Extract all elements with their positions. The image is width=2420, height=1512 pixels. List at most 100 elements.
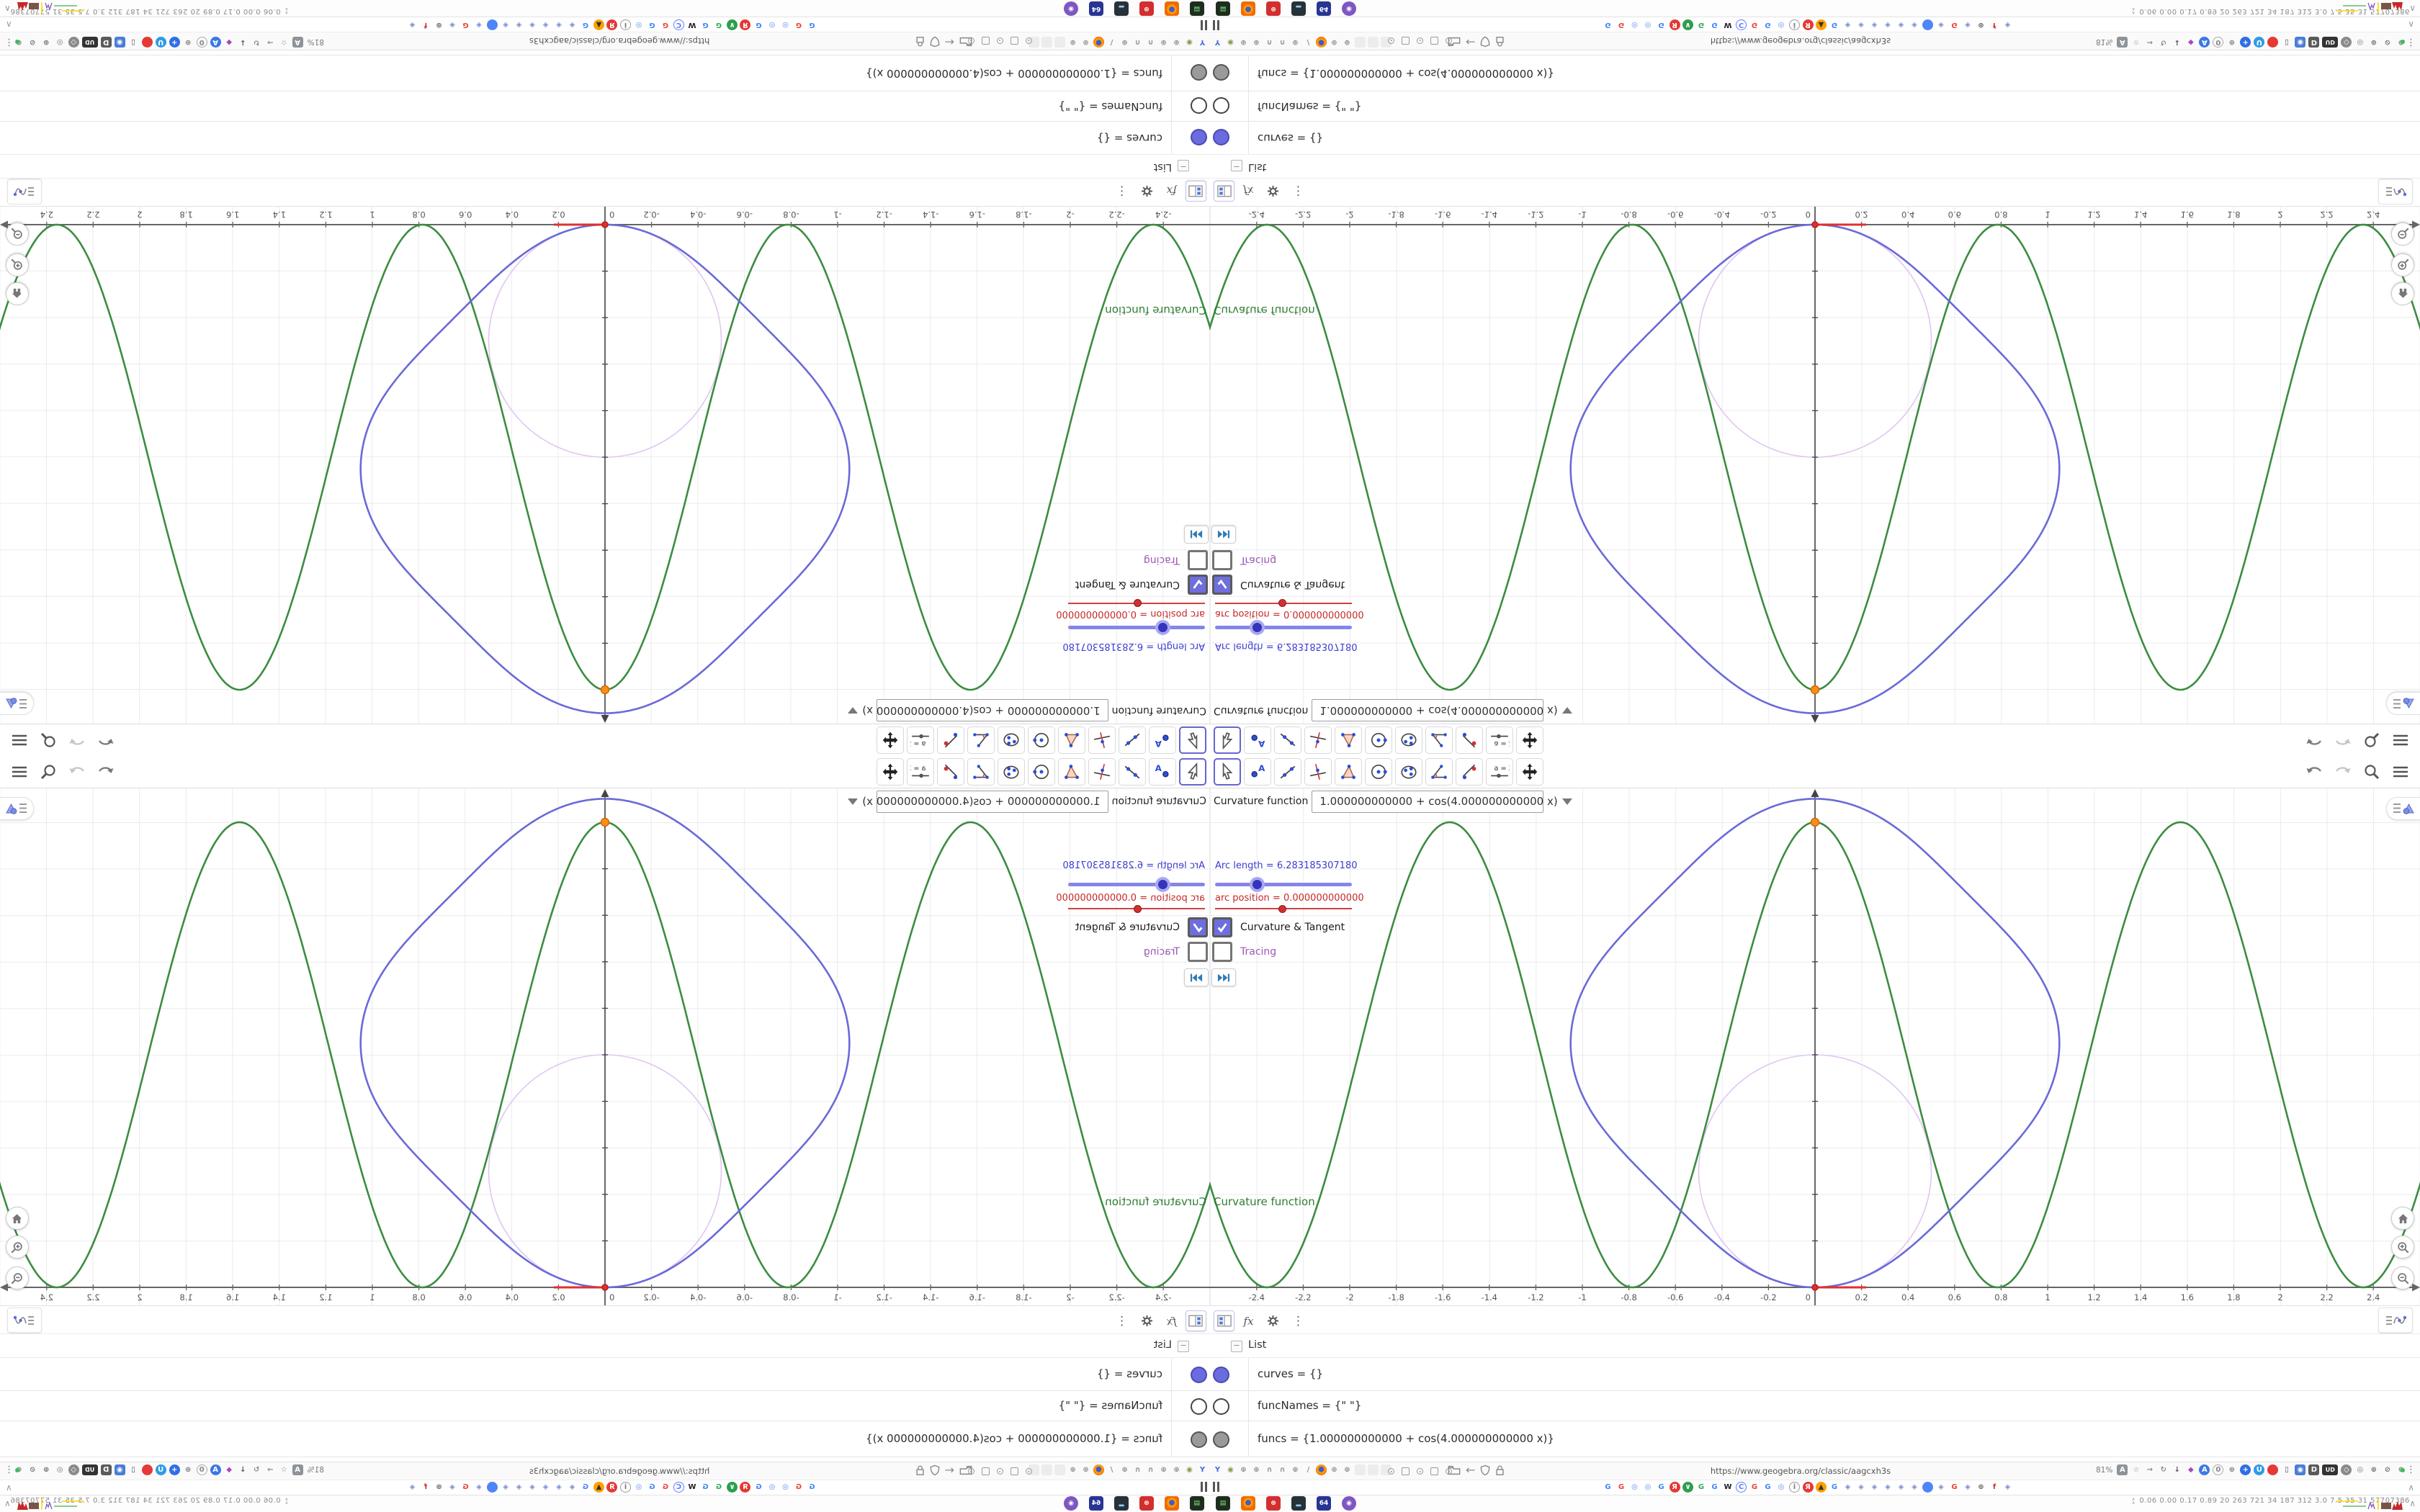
favicon-icon[interactable]: G	[1762, 1482, 1773, 1493]
point-tool-button[interactable]: A	[1244, 758, 1271, 786]
gauge-icon[interactable]: ∩	[1132, 37, 1143, 48]
chevron-up-icon[interactable]: ∧	[4, 1498, 11, 1508]
angle-tool-button[interactable]	[1425, 726, 1453, 754]
reflect-tool-button[interactable]	[1456, 758, 1483, 786]
curve-text-label[interactable]: Curvature function	[1105, 304, 1206, 317]
lock-icon[interactable]	[1495, 1464, 1505, 1476]
balloon-logo-icon[interactable]: Y	[1197, 37, 1208, 48]
favicon-icon[interactable]: Я	[740, 1482, 751, 1493]
back-arrow-icon[interactable]: ←	[1466, 1463, 1475, 1477]
ring-icon[interactable]	[1402, 1467, 1410, 1475]
slider-tool-button[interactable]: a = 2	[1486, 726, 1513, 754]
curve-text-label[interactable]: Curvature function	[1214, 1195, 1315, 1208]
gear-icon[interactable]: ⊛	[1329, 1464, 1340, 1475]
gear-icon[interactable]: ⊛	[2226, 37, 2237, 48]
algebra-descriptions-button[interactable]	[2378, 179, 2413, 204]
firefox-icon[interactable]	[1316, 37, 1327, 48]
translator-icon[interactable]: A	[210, 1464, 221, 1475]
play-skip-button[interactable]	[1211, 526, 1236, 544]
chevron-down-icon[interactable]	[848, 798, 859, 805]
favicon-icon[interactable]: ◈	[474, 1482, 485, 1493]
ring-icon[interactable]	[1430, 1467, 1438, 1475]
favicon-icon[interactable]: W	[687, 1482, 698, 1493]
globe-badge-icon[interactable]: ◉	[114, 1464, 125, 1475]
polygon-tool-button[interactable]	[1335, 758, 1362, 786]
ghost-icon[interactable]	[1054, 37, 1065, 48]
system-settings-icon[interactable]: ⊛	[1266, 1496, 1281, 1511]
conic-tool-button[interactable]	[998, 758, 1025, 786]
favicon-icon[interactable]: G	[794, 1482, 805, 1493]
favicon-icon[interactable]: G	[1949, 1482, 1960, 1493]
redo-button[interactable]	[2332, 761, 2354, 783]
chevron-down-icon[interactable]	[848, 707, 859, 714]
wrench-icon[interactable]: /	[1303, 1464, 1314, 1475]
fx-style-button[interactable]: fx	[1238, 181, 1259, 202]
point-tool-button[interactable]: A	[1149, 758, 1176, 786]
recorder-icon[interactable]	[2267, 37, 2279, 48]
translator-icon[interactable]: A	[210, 37, 221, 48]
circle-tool-button[interactable]	[1028, 758, 1055, 786]
globe-icon[interactable]: ⊕	[1238, 1464, 1249, 1475]
favicon-icon[interactable]: G	[714, 1482, 725, 1493]
angle-tool-button[interactable]	[1425, 758, 1453, 786]
shield-badge-icon[interactable]: ◇	[68, 1464, 79, 1475]
ghost-icon[interactable]	[1368, 1464, 1379, 1475]
search-button[interactable]	[2361, 729, 2383, 751]
move-tool-button[interactable]	[1179, 726, 1206, 754]
favicon-icon[interactable]: f	[421, 1482, 431, 1493]
visibility-toggle-curves[interactable]	[1191, 129, 1207, 145]
gauge-icon[interactable]: ∩	[1264, 1464, 1275, 1475]
line-tool-button[interactable]	[1274, 726, 1301, 754]
favicon-icon[interactable]: C	[673, 19, 684, 30]
favicon-icon[interactable]: f	[1989, 19, 2000, 30]
favicon-icon[interactable]: ◎	[634, 19, 645, 30]
graphics-stylebar-toggle[interactable]	[0, 797, 34, 820]
forward-icon[interactable]: →	[265, 1464, 276, 1475]
favicon-icon[interactable]: ∨	[1682, 1482, 1693, 1493]
curvature-function-input[interactable]: 1.000000000000 + cos(4.000000000000 x)	[1312, 699, 1572, 722]
favicon-icon[interactable]: W	[1723, 19, 1734, 30]
file-manager-icon[interactable]: ▤	[1216, 1496, 1230, 1511]
translate-icon[interactable]: A	[2117, 1464, 2128, 1475]
ghost-icon[interactable]	[1041, 37, 1052, 48]
ublock-icon[interactable]: UD	[2322, 37, 2339, 48]
gauge-icon[interactable]: ∩	[1132, 1464, 1143, 1475]
algebra-row-funcnames[interactable]: funcNames = {" "}	[0, 91, 1210, 121]
curve-text-label[interactable]: Curvature function	[1214, 304, 1315, 317]
home-button[interactable]	[6, 282, 29, 305]
visibility-toggle-funcnames[interactable]	[1191, 1398, 1207, 1415]
thumb-icon[interactable]: ⊕	[2368, 1464, 2379, 1475]
globe-icon[interactable]: ⊕	[1238, 37, 1249, 48]
dot-icon[interactable]	[1026, 1468, 1032, 1475]
favicon-icon[interactable]	[1922, 19, 1933, 30]
blocker-icon[interactable]: ⊘	[2382, 1464, 2393, 1475]
favicon-icon[interactable]: G	[660, 19, 671, 30]
globe-icon[interactable]: ⊕	[1158, 1464, 1169, 1475]
circle-tool-button[interactable]	[1365, 726, 1392, 754]
fx-style-button[interactable]: fx	[1161, 1310, 1182, 1331]
favicon-icon[interactable]: i	[620, 19, 631, 30]
favicon-icon[interactable]: G	[1603, 1482, 1613, 1493]
double-chevron-icon[interactable]: ∧ ∧	[285, 7, 288, 16]
stylebar-kebab-button[interactable]: ⋮	[1111, 1310, 1132, 1331]
visibility-toggle-funcnames[interactable]	[1191, 97, 1207, 114]
gauge-icon[interactable]: ∩	[1277, 1464, 1288, 1475]
favicon-icon[interactable]: Я	[1669, 19, 1680, 30]
favicon-icon[interactable]: ◈	[1963, 19, 1973, 30]
emulator-64-icon[interactable]: 64	[1317, 1496, 1331, 1511]
owl-app-icon[interactable]: ◉	[1342, 1496, 1356, 1511]
globe-icon[interactable]: ⊕	[1067, 1464, 1078, 1475]
favicon-icon[interactable]: ◈	[514, 1482, 524, 1493]
globe-icon[interactable]: ◎	[2354, 1464, 2365, 1475]
dark-d-icon[interactable]: D	[2308, 37, 2320, 48]
firefox-icon[interactable]	[1093, 37, 1104, 48]
favicon-icon[interactable]: ◈	[2002, 1482, 2013, 1493]
arc-length-slider-knob[interactable]	[1155, 620, 1171, 635]
favicon-icon[interactable]: ◈	[407, 1482, 418, 1493]
favicon-icon[interactable]: ◎	[1776, 19, 1787, 30]
favicon-icon[interactable]: ⊛	[1976, 19, 1986, 30]
zoom-level-badge[interactable]: 81%	[308, 1466, 324, 1475]
favicon-icon[interactable]: G	[460, 19, 471, 30]
zoom-out-button[interactable]	[6, 1266, 29, 1290]
zoom-in-button[interactable]	[2391, 1236, 2414, 1259]
